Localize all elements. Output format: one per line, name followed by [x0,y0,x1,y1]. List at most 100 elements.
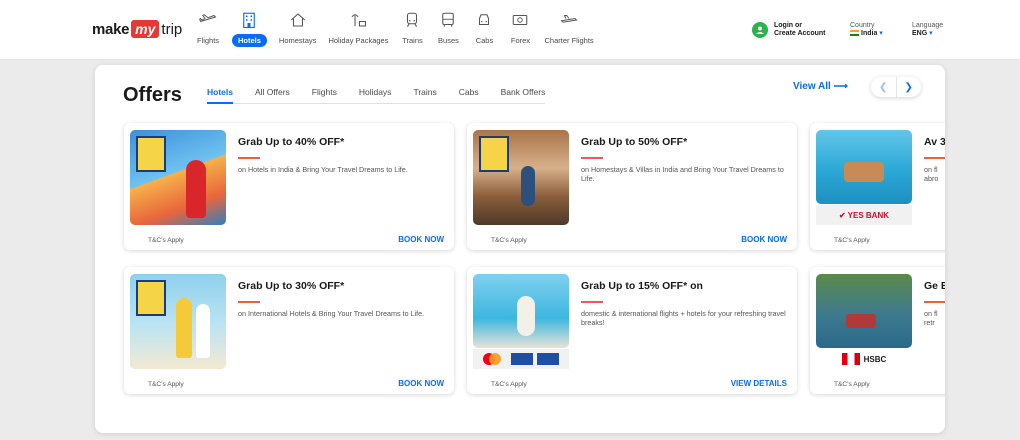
forex-icon [508,8,532,32]
arrow-right-icon: ⟶ [833,81,848,92]
nav-label: Charter Flights [544,36,594,45]
title-underline [581,157,603,159]
nav-homestays[interactable]: Homestays [279,8,316,45]
offer-title: Av 35 [924,136,945,148]
view-all-label: View All [793,81,831,92]
tab-flights[interactable]: Flights [312,87,337,97]
title-underline [581,301,603,303]
login-button[interactable]: Login or Create Account [752,22,825,38]
nav-label: Forex [510,36,531,45]
top-header: make my trip Flights Hotels Homestays Ho… [0,0,1020,60]
offers-title: Offers [123,84,182,106]
offer-image [473,130,569,225]
tab-bank-offers[interactable]: Bank Offers [501,87,546,97]
tab-trains[interactable]: Trains [413,87,436,97]
view-all-link[interactable]: View All ⟶ [793,81,848,92]
nav-forex[interactable]: Forex [508,8,532,45]
offer-image [130,274,226,369]
book-now-button[interactable]: BOOK NOW [741,235,787,244]
offer-card[interactable]: Grab Up to 40% OFF* on Hotels in India &… [124,123,454,250]
nav-label: Trains [402,36,423,45]
title-underline [238,301,260,303]
logo-my: my [131,20,160,38]
country-selector[interactable]: Country India ▾ [850,22,883,38]
nav-buses[interactable]: Buses [436,8,460,45]
nav-cabs[interactable]: Cabs [472,8,496,45]
chevron-down-icon: ▾ [929,30,933,37]
bank-name: HSBC [863,354,887,364]
offer-title: Grab Up to 50% OFF* [581,136,688,148]
woman-figure [196,304,210,358]
homestay-icon [286,8,310,32]
offer-image [473,274,569,348]
terms-label[interactable]: T&C's Apply [834,237,870,244]
terms-label[interactable]: T&C's Apply [834,381,870,388]
nav-charter-flights[interactable]: Charter Flights [544,8,594,45]
nav-trains[interactable]: Trains [400,8,424,45]
country-label: Country [850,22,875,29]
card-partner-logos [473,349,569,369]
offer-image [816,274,912,348]
offer-image [130,130,226,225]
chevron-right-icon[interactable]: ❯ [897,77,922,97]
nav-holiday-packages[interactable]: Holiday Packages [328,8,388,45]
chevron-left-icon[interactable]: ❮ [871,77,897,97]
plane-icon [196,8,220,32]
nav-label: Flights [196,36,220,45]
offer-image [816,130,912,204]
offer-card[interactable]: Grab Up to 15% OFF* on domestic & intern… [467,267,797,394]
holiday-icon [346,8,370,32]
title-underline [924,157,945,159]
book-now-button[interactable]: BOOK NOW [398,235,444,244]
offer-card[interactable]: Grab Up to 50% OFF* on Homestays & Villa… [467,123,797,250]
nav-hotels[interactable]: Hotels [232,8,267,47]
offer-card[interactable]: Grab Up to 30% OFF* on International Hot… [124,267,454,394]
book-now-button[interactable]: BOOK NOW [398,379,444,388]
view-details-button[interactable]: VIEW DETAILS [731,379,787,388]
logo-trip: trip [161,20,183,38]
tab-hotels[interactable]: Hotels [207,87,233,104]
logo-make: make [92,20,130,38]
chevron-down-icon: ▾ [879,30,883,37]
title-underline [924,301,945,303]
cab-icon [472,8,496,32]
nav-label: Buses [438,36,459,45]
offer-card[interactable]: ✔YES BANK Av 35 on fl abro T&C's Apply [810,123,945,250]
nav-label: Cabs [475,36,494,45]
title-underline [238,157,260,159]
man-figure [176,298,192,358]
main-nav: Flights Hotels Homestays Holiday Package… [196,8,606,47]
offer-description: on Homestays & Villas in India and Bring… [581,165,784,183]
terms-label[interactable]: T&C's Apply [491,381,527,388]
hsbc-logo: HSBC [816,349,912,369]
login-text: Login or Create Account [774,22,825,38]
offer-title: Grab Up to 40% OFF* [238,136,345,148]
hotel-icon [237,8,261,32]
boat-figure [846,314,876,328]
offer-card[interactable]: HSBC Ge EM on fl retr T&C's Apply [810,267,945,394]
bucket-list-poster [136,136,166,172]
terms-label[interactable]: T&C's Apply [148,237,184,244]
language-selector[interactable]: Language ENG ▾ [912,22,943,38]
user-icon [752,22,768,38]
bank-logo [511,353,533,365]
tab-cabs[interactable]: Cabs [459,87,479,97]
offers-panel: Offers Hotels All Offers Flights Holiday… [95,65,945,433]
country-value: India [861,30,878,37]
offer-description: on Hotels in India & Bring Your Travel D… [238,165,408,174]
tab-all-offers[interactable]: All Offers [255,87,290,97]
offer-description: domestic & international flights + hotel… [581,309,786,327]
tab-holidays[interactable]: Holidays [359,87,392,97]
makemytrip-logo[interactable]: make my trip [92,18,182,40]
offer-title: Grab Up to 30% OFF* [238,280,345,292]
terms-label[interactable]: T&C's Apply [491,237,527,244]
nav-flights[interactable]: Flights [196,8,220,45]
carousel-arrows: ❮ ❯ [871,77,921,97]
login-line2: Create Account [774,30,826,37]
offer-description: on fl abro [924,165,939,183]
train-icon [400,8,424,32]
charter-icon [557,8,581,32]
hsbc-hexagon-icon [841,353,860,365]
terms-label[interactable]: T&C's Apply [148,381,184,388]
woman-figure [521,166,535,206]
